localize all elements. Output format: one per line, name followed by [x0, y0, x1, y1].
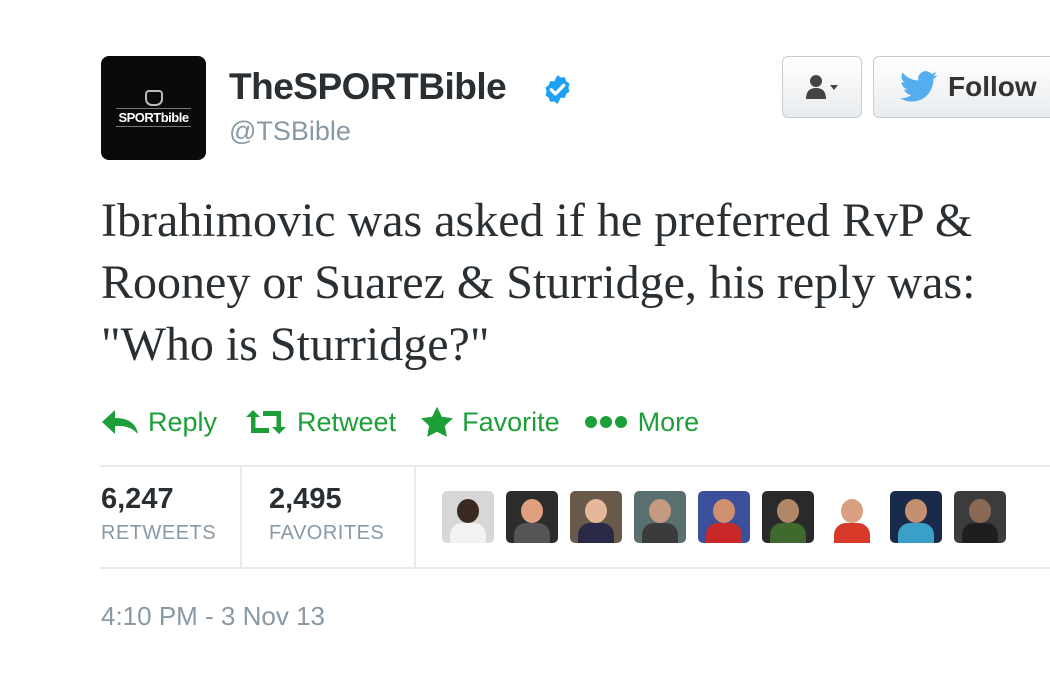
favorite-count: 2,495 [269, 483, 342, 515]
crest-icon [144, 89, 163, 106]
retweet-label: Retweet [297, 406, 397, 437]
favorite-label: Favorite [462, 406, 560, 437]
stats-divider [414, 467, 416, 567]
favoriter-avatar[interactable] [442, 491, 494, 543]
tweet-actions: Reply Retweet Favorite More [100, 402, 699, 442]
tweet-line: "Who is Sturridge?" [101, 318, 490, 371]
tweet-text: Ibrahimovic was asked if he preferred Rv… [101, 190, 1050, 376]
retweet-icon [246, 410, 287, 434]
favorite-count-label: FAVORITES [269, 522, 385, 544]
user-actions-dropdown-button[interactable] [782, 56, 862, 118]
reply-label: Reply [148, 406, 218, 437]
tweet-timestamp[interactable]: 4:10 PM - 3 Nov 13 [101, 601, 325, 632]
stats-divider [240, 467, 242, 567]
twitter-bird-icon [900, 71, 938, 102]
favoriter-avatar[interactable] [634, 491, 686, 543]
follow-button[interactable]: Follow [873, 56, 1050, 118]
tweet-line: Rooney or Suarez & Sturridge, his reply … [101, 256, 976, 309]
tweet-line: Ibrahimovic was asked if he preferred Rv… [101, 194, 973, 247]
follow-label: Follow [948, 71, 1037, 102]
display-name[interactable]: TheSPORTBible [229, 66, 507, 108]
more-action[interactable]: More [584, 406, 700, 438]
stats-divider-bottom [100, 567, 1050, 569]
star-icon [421, 406, 453, 437]
favoriter-avatar[interactable] [954, 491, 1006, 543]
favoriter-avatar[interactable] [506, 491, 558, 543]
retweet-count-stat[interactable]: 6,247 RETWEETS [101, 483, 216, 545]
more-label: More [637, 406, 700, 437]
favorite-action[interactable]: Favorite [420, 406, 560, 438]
reply-icon [102, 410, 138, 434]
favoriter-avatar[interactable] [890, 491, 942, 543]
avatar-logo-text: SPORTbible [116, 107, 191, 127]
account-handle[interactable]: @TSBible [229, 116, 351, 147]
stats-divider-top [100, 465, 1050, 467]
retweet-action[interactable]: Retweet [243, 407, 396, 438]
favoriter-avatar[interactable] [698, 491, 750, 543]
retweet-count-label: RETWEETS [101, 522, 217, 544]
verified-badge-icon [545, 75, 570, 104]
favoriter-avatar[interactable] [826, 491, 878, 543]
favoriter-avatar[interactable] [762, 491, 814, 543]
more-dots-icon [584, 416, 627, 428]
favorite-count-stat[interactable]: 2,495 FAVORITES [269, 483, 384, 545]
reply-action[interactable]: Reply [100, 407, 217, 438]
person-icon [806, 75, 838, 99]
favoriter-avatar[interactable] [570, 491, 622, 543]
profile-avatar[interactable]: SPORTbible [101, 56, 206, 160]
caret-down-icon [830, 85, 838, 90]
favoriters-avatar-list [442, 491, 1018, 543]
retweet-count: 6,247 [101, 483, 174, 515]
